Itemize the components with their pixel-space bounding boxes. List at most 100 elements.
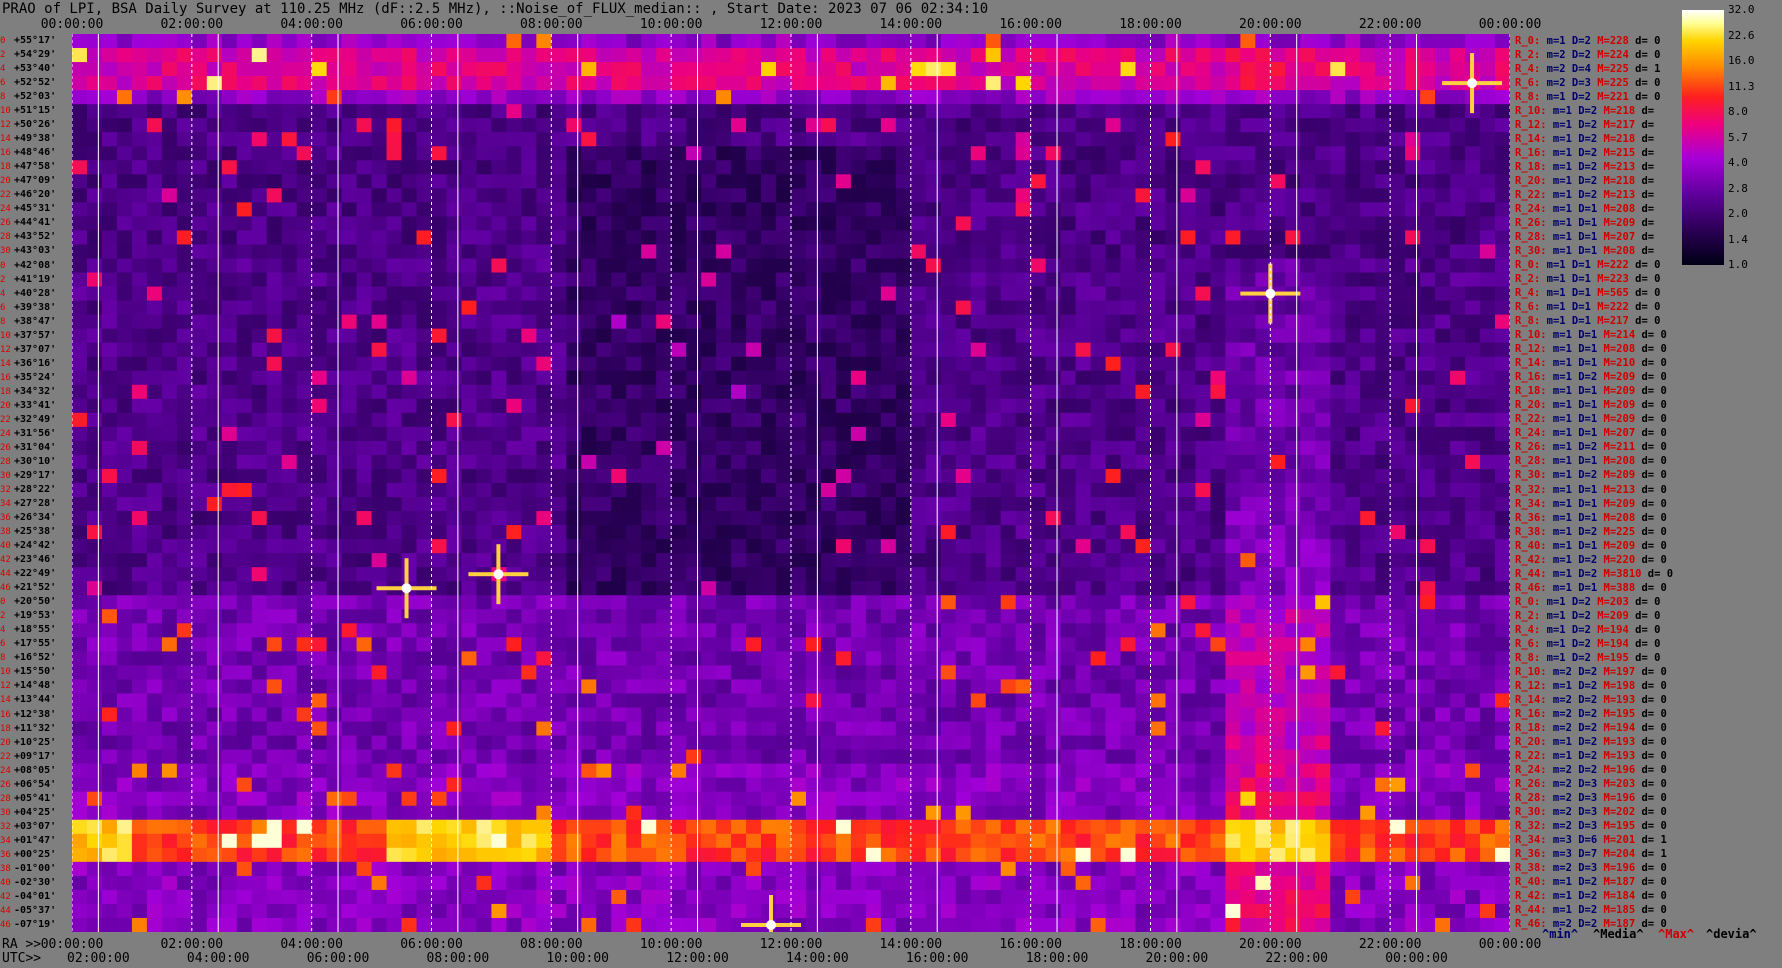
heatmap-row — [72, 637, 1510, 652]
stat-row: R_46: m=1 D=1 M=388 d= 0 — [1515, 581, 1667, 595]
declination-row-label: 22 +46°20' — [0, 188, 72, 201]
row-number: 18 — [0, 162, 11, 173]
stat-label: M= — [1590, 287, 1610, 300]
stat-dev: 0 — [1654, 651, 1661, 664]
stat-max: 195 — [1616, 708, 1636, 720]
stat-max: 203 — [1616, 778, 1636, 791]
stat-label: m= — [1546, 567, 1566, 580]
stat-max: 196 — [1616, 862, 1636, 875]
colorbar-tick: 22.6 — [1728, 28, 1755, 42]
stat-receiver: R_12: — [1515, 118, 1547, 131]
stat-receiver: R_16: — [1515, 371, 1547, 384]
stat-label: m= — [1540, 48, 1560, 61]
bottom-utc-tick: 00:00:00 — [1385, 951, 1448, 966]
stat-label: m= — [1546, 385, 1566, 398]
stat-label: M= — [1590, 48, 1610, 61]
top-ra-tick: 08:00:00 — [520, 17, 583, 32]
stat-label: D= — [1571, 567, 1591, 580]
heatmap-row — [72, 763, 1510, 779]
stat-max: 209 — [1616, 399, 1636, 412]
stat-label: d= — [1635, 385, 1661, 398]
heatmap-row — [72, 679, 1510, 694]
stat-label: D= — [1571, 230, 1591, 243]
declination-value: +19°53' — [14, 610, 57, 622]
stat-receiver: R_0: — [1515, 259, 1541, 271]
stat-label: D= — [1571, 202, 1591, 215]
stat-receiver: R_0: — [1515, 34, 1541, 47]
colorbar — [1682, 10, 1724, 265]
stat-receiver: R_6: — [1515, 637, 1541, 650]
stat-row: R_4: m=1 D=2 M=194 d= 0 — [1515, 623, 1660, 637]
stat-label: d= — [1635, 806, 1661, 819]
stat-label: d= — [1635, 371, 1661, 384]
bottom-utc-tick: 04:00:00 — [186, 951, 250, 966]
stat-label: M= — [1597, 834, 1617, 847]
stat-label: D= — [1571, 708, 1591, 720]
declination-row-label: 40 -02°30' — [0, 876, 72, 889]
stat-max: 209 — [1616, 469, 1636, 482]
stat-label: M= — [1597, 132, 1617, 145]
stat-label: m= — [1546, 399, 1566, 412]
row-number: 8 — [0, 653, 6, 664]
stat-max: 208 — [1616, 455, 1636, 468]
top-ra-tick: 00:00:00 — [1478, 17, 1542, 32]
stat-max: 196 — [1616, 764, 1636, 777]
stat-label: M= — [1597, 764, 1617, 777]
row-number: 4 — [0, 64, 6, 75]
stat-receiver: R_2: — [1515, 273, 1541, 286]
stat-label: d= — [1635, 202, 1661, 215]
stat-label: M= — [1597, 455, 1617, 468]
stat-max: 194 — [1609, 637, 1629, 650]
declination-row-label: 36 +26°34' — [0, 511, 72, 524]
stat-max: 194 — [1616, 722, 1636, 735]
declination-value: +43°03' — [14, 245, 57, 257]
row-number: 42 — [0, 555, 11, 566]
stat-max: 207 — [1616, 230, 1636, 243]
stat-receiver: R_18: — [1515, 160, 1547, 173]
stat-max: 201 — [1616, 834, 1636, 847]
stat-label: m= — [1546, 679, 1566, 692]
stat-label: d= — [1628, 273, 1655, 286]
stat-max: 193 — [1616, 750, 1636, 763]
stat-max: 210 — [1616, 357, 1636, 370]
stat-label: D= — [1571, 693, 1591, 706]
stat-label: M= — [1597, 427, 1617, 440]
stat-label: m= — [1546, 483, 1566, 496]
colorbar-tick: 2.8 — [1728, 181, 1748, 195]
stat-label: d= — [1635, 483, 1661, 496]
stat-max: 209 — [1609, 609, 1629, 622]
stat-label: m= — [1546, 357, 1566, 370]
stat-label: D= — [1565, 273, 1585, 286]
stat-receiver: R_0: — [1515, 595, 1541, 608]
stat-receiver: R_2: — [1515, 48, 1541, 61]
stat-dev: 0 — [1660, 483, 1667, 496]
stat-receiver: R_38: — [1515, 862, 1547, 875]
top-ra-tick: 00:00:00 — [40, 17, 104, 32]
stat-label: D= — [1565, 623, 1585, 636]
stat-label: D= — [1571, 722, 1591, 735]
declination-row-label: 40 +24°42' — [0, 539, 72, 552]
stat-label: M= — [1590, 34, 1610, 47]
colorbar-tick: 32.0 — [1728, 3, 1755, 16]
declination-row-label: 6 +17°55' — [0, 637, 72, 650]
stat-row: R_6: m=2 D=3 M=225 d= 0 — [1515, 76, 1660, 90]
declination-row-label: 28 +30°10' — [0, 455, 72, 468]
stat-label: D= — [1571, 329, 1591, 342]
bottom-utc-tick: 22:00:00 — [1265, 951, 1328, 966]
stat-row: R_6: m=1 D=2 M=194 d= 0 — [1515, 637, 1660, 651]
row-number: 30 — [0, 246, 11, 257]
stat-receiver: R_28: — [1515, 792, 1547, 805]
stat-label: d= — [1635, 778, 1661, 791]
stat-dev: 0 — [1660, 778, 1667, 791]
row-number: 4 — [0, 288, 6, 299]
stat-receiver: R_8: — [1515, 315, 1541, 328]
declination-row-label: 34 +27°28' — [0, 497, 72, 510]
declination-row-label: 4 +40°28' — [0, 287, 72, 300]
declination-value: +12°38' — [14, 708, 57, 720]
stat-label: D= — [1571, 736, 1591, 749]
declination-value: +22°49' — [14, 568, 57, 580]
stat-dev: 0 — [1654, 48, 1661, 61]
declination-value: +33°41' — [14, 399, 57, 411]
stat-label: D= — [1571, 455, 1591, 468]
stat-label: d= — [1635, 441, 1661, 454]
